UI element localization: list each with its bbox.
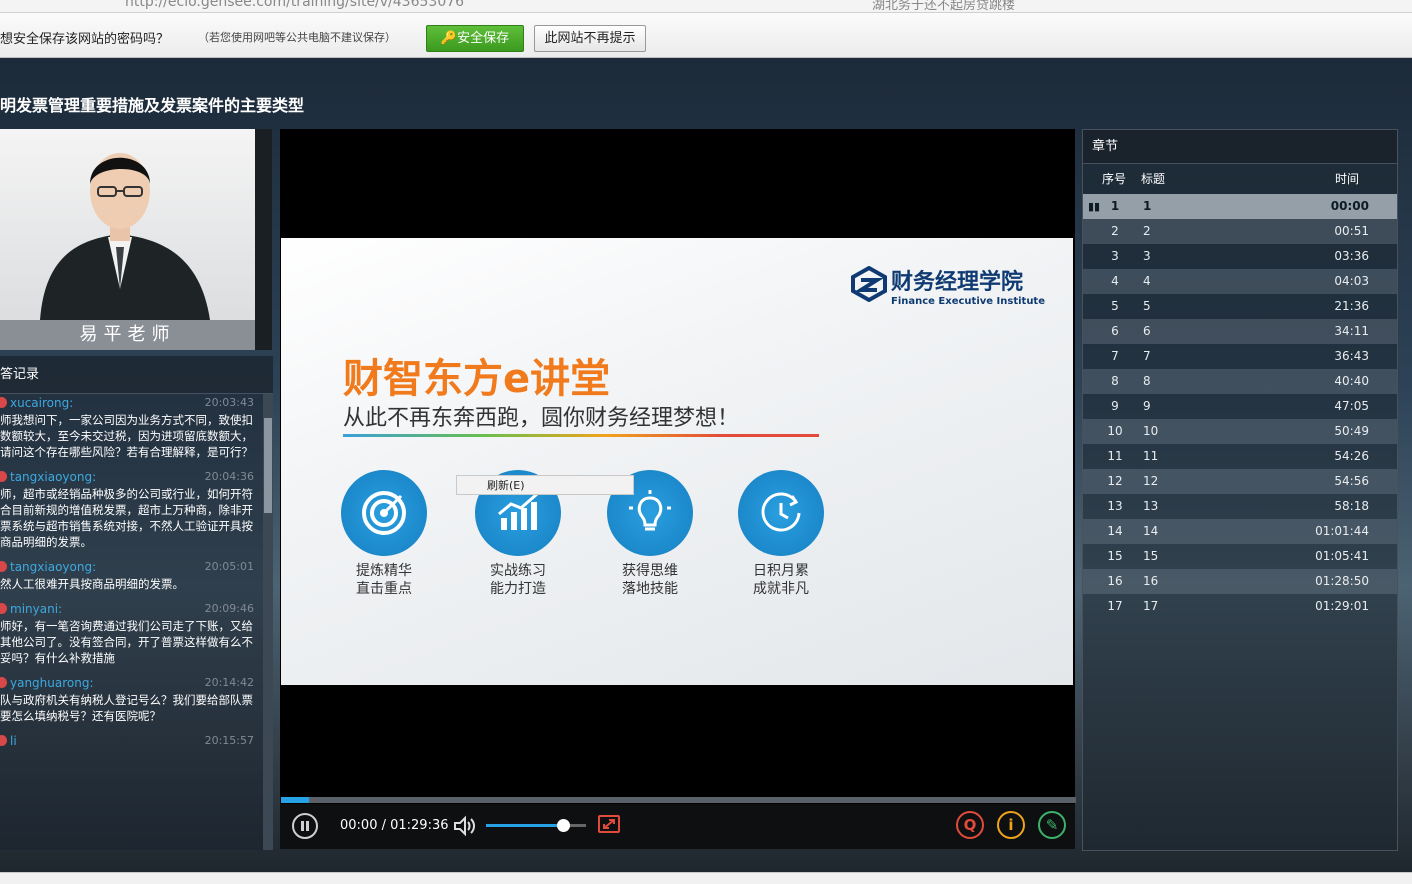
col-num: 序号 (1102, 172, 1127, 186)
browser-toolbar: http://ecio.gensee.com/training/site/v/4… (0, 0, 1412, 13)
logo-en: Finance Executive Institute (891, 296, 1045, 307)
qa-text: 然人工很难开具按商品明细的发票。 (0, 577, 184, 591)
key-icon: 🔑 (440, 31, 458, 46)
never-remind-button[interactable]: 此网站不再提示 (534, 25, 646, 52)
feature-item: 提炼精华 直击重点 (339, 470, 429, 598)
chapter-panel: 章节 序号 标题 时间 ▮▮ 1 1 00:00 2 2 00:51 3 3 03:36 44… (1082, 129, 1398, 851)
qa-time: 20:09:46 (204, 602, 254, 615)
chapter-row[interactable]: 3 3 03:36 (1083, 244, 1397, 269)
player-controls: 00:00 / 01:29:36 Q i ✎ (280, 804, 1075, 849)
qa-text: 师我想问下，一家公司因为业务方式不同，致使扣数额较大，至今未交过税，因为进项留底… (0, 413, 253, 459)
save-password-button[interactable]: 🔑安全保存 (426, 25, 524, 52)
webcast-page: 明发票管理重要措施及发票案件的主要类型 易平老师 答记录 xucairong: … (0, 58, 1412, 872)
clock-icon (738, 470, 824, 556)
chapter-row[interactable]: 5 5 21:36 (1083, 294, 1397, 319)
chapter-row[interactable]: 15 15 01:05:41 (1083, 544, 1397, 569)
chapter-row[interactable]: 14 14 01:01:44 (1083, 519, 1397, 544)
video-player[interactable]: 财务经理学院 Finance Executive Institute 财智东方e… (280, 129, 1076, 849)
search-suggestion[interactable]: 湖北务于还不起房贷跳楼 (872, 0, 1015, 12)
slide-subline: 从此不再东奔西跑，圆你财务经理梦想！ (343, 406, 740, 431)
browser-status-bar (0, 872, 1412, 884)
feature-line2: 成就非凡 (753, 581, 809, 597)
institute-logo: 财务经理学院 Finance Executive Institute (851, 264, 1045, 307)
qa-time: 20:03:43 (204, 396, 254, 409)
chapter-row[interactable]: 12 12 54:56 (1083, 469, 1397, 494)
fullscreen-icon[interactable] (598, 815, 620, 833)
playing-icon: ▮▮ (1088, 200, 1101, 213)
chapter-row[interactable]: 17 17 01:29:01 (1083, 594, 1397, 619)
slide-divider (343, 434, 819, 437)
chapter-row[interactable]: 13 13 58:18 (1083, 494, 1397, 519)
save-password-label: 安全保存 (457, 31, 510, 46)
address-bar[interactable]: http://ecio.gensee.com/training/site/v/4… (125, 0, 464, 10)
qa-message: tangxiaoyong: 20:05:01 然人工很难开具按商品明细的发票。 (0, 558, 262, 592)
qa-text: 队与政府机关有纳税人登记号么？我们要给部队票要怎么填纳税号？还有医院呢？ (0, 693, 253, 723)
volume-knob[interactable] (557, 819, 570, 832)
slide-headline: 财智东方e讲堂 (343, 356, 611, 402)
chapter-row[interactable]: 16 16 01:28:50 (1083, 569, 1397, 594)
feature-item: 日积月累 成就非凡 (736, 470, 826, 598)
chapter-header: 章节 (1083, 130, 1397, 164)
volume-icon[interactable] (452, 815, 478, 837)
feature-line1: 提炼精华 (356, 563, 412, 579)
pause-button[interactable] (292, 813, 318, 839)
target-icon (341, 470, 427, 556)
progress-bar[interactable] (281, 797, 1076, 803)
feature-line1: 获得思维 (622, 563, 678, 579)
feature-line2: 直击重点 (356, 581, 412, 597)
pencil-icon[interactable]: ✎ (1038, 811, 1066, 839)
chapter-row[interactable]: 7 7 36:43 (1083, 344, 1397, 369)
feature-line1: 实战练习 (490, 563, 546, 579)
qa-time: 20:05:01 (204, 560, 254, 573)
feature-line2: 能力打造 (490, 581, 546, 597)
volume-slider[interactable] (486, 819, 586, 832)
logo-mark-icon (851, 266, 887, 302)
qa-message: yanghuarong: 20:14:42 队与政府机关有纳税人登记号么？我们要… (0, 674, 262, 724)
qa-message: tangxiaoyong: 20:04:36 师，超市或经销品种极多的公司或行业… (0, 468, 262, 550)
teacher-caption: 易平老师 (0, 320, 255, 350)
col-time: 时间 (1335, 172, 1360, 186)
chapter-row[interactable]: 2 2 00:51 (1083, 219, 1397, 244)
chapter-row[interactable]: 4 4 04:03 (1083, 269, 1397, 294)
teacher-video: 易平老师 (0, 129, 272, 350)
feature-line2: 落地技能 (622, 581, 678, 597)
qa-message: minyani: 20:09:46 师好，有一笔咨询费通过我们公司走了下账，又给… (0, 600, 262, 666)
qa-header: 答记录 (0, 356, 273, 394)
teacher-portrait (40, 153, 210, 320)
password-hint: （若您使用网吧等公共电脑不建议保存） (198, 31, 396, 44)
qa-time: 20:04:36 (204, 470, 254, 483)
chapter-row[interactable]: ▮▮ 1 1 00:00 (1083, 194, 1397, 219)
chapter-columns: 序号 标题 时间 (1083, 164, 1397, 194)
chapter-list: ▮▮ 1 1 00:00 2 2 00:51 3 3 03:36 4 4 04:03 5 5 21:3… (1083, 194, 1397, 619)
qa-time: 20:15:57 (204, 734, 254, 747)
chapter-row[interactable]: 11 11 54:26 (1083, 444, 1397, 469)
logo-cn: 财务经理学院 (891, 270, 1024, 295)
qa-message: li 20:15:57 (0, 732, 262, 750)
qa-panel: 答记录 xucairong: 20:03:43 师我想问下，一家公司因为业务方式… (0, 356, 273, 850)
password-save-bar: 想安全保存该网站的密码吗？ （若您使用网吧等公共电脑不建议保存） 🔑安全保存 此… (0, 13, 1412, 58)
col-title: 标题 (1141, 172, 1166, 186)
chapter-row[interactable]: 6 6 34:11 (1083, 319, 1397, 344)
qa-time: 20:14:42 (204, 676, 254, 689)
qa-text: 师好，有一笔咨询费通过我们公司走了下账，又给其他公司了。没有签合同，开了普票这样… (0, 619, 253, 665)
qa-scrollbar[interactable] (263, 394, 273, 850)
context-menu-refresh[interactable]: 刷新(E) (456, 475, 634, 495)
info-icon[interactable]: i (997, 811, 1025, 839)
slide-content: 财务经理学院 Finance Executive Institute 财智东方e… (281, 238, 1073, 685)
chapter-row[interactable]: 10 10 50:49 (1083, 419, 1397, 444)
progress-fill (281, 797, 309, 803)
timecode: 00:00 / 01:29:36 (340, 818, 449, 833)
qa-list[interactable]: xucairong: 20:03:43 师我想问下，一家公司因为业务方式不同，致… (0, 394, 262, 850)
feature-line1: 日积月累 (753, 563, 809, 579)
qa-scroll-thumb[interactable] (264, 418, 272, 513)
chapter-row[interactable]: 9 9 47:05 (1083, 394, 1397, 419)
course-title: 明发票管理重要措施及发票案件的主要类型 (0, 96, 305, 115)
qa-icon[interactable]: Q (956, 811, 984, 839)
qa-text: 师，超市或经销品种极多的公司或行业，如何开符合目前新规的增值税发票，超市上万种商… (0, 487, 253, 549)
qa-message: xucairong: 20:03:43 师我想问下，一家公司因为业务方式不同，致… (0, 394, 262, 460)
volume-fill (486, 824, 564, 827)
chapter-row[interactable]: 8 8 40:40 (1083, 369, 1397, 394)
password-question: 想安全保存该网站的密码吗？ (0, 32, 170, 47)
